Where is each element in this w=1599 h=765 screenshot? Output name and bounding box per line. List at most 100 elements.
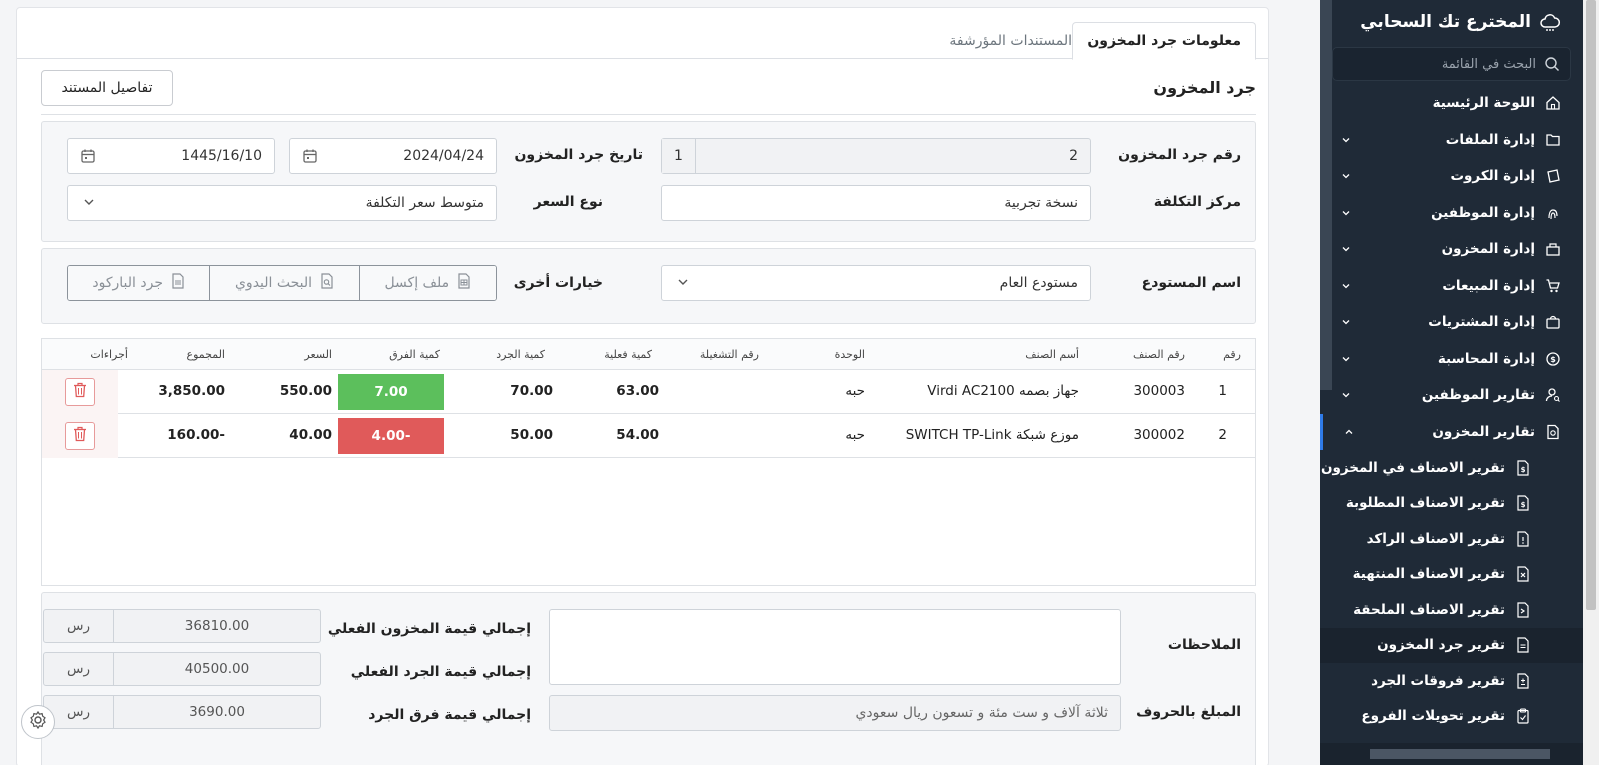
sidebar-item-label: إدارة الملفات	[1445, 131, 1535, 148]
delete-row-button[interactable]	[65, 422, 95, 450]
cell-num: 2	[1218, 427, 1227, 443]
gregorian-date-field[interactable]: 2024/04/24	[289, 138, 497, 174]
sidebar-subitem-items-in-stock[interactable]: $ تقرير الاصناف في المخزون	[1320, 450, 1583, 486]
manual-search-label: البحث اليدوي	[234, 275, 313, 291]
page-scrollbar-thumb[interactable]	[1586, 0, 1596, 610]
inventory-number-label: رقم جرد المخزون	[1118, 147, 1241, 163]
file-alert-icon	[1515, 531, 1531, 547]
sidebar-search-input[interactable]	[1343, 56, 1536, 72]
col-actual-qty: كمية فعلية	[604, 348, 652, 361]
sidebar-subitem-required-items[interactable]: $ تقرير الاصناف المطلوبة	[1320, 486, 1583, 522]
file-search-icon	[320, 273, 334, 293]
sidebar-item-employee-reports[interactable]: تقارير الموظفين	[1320, 377, 1583, 414]
box-icon	[1545, 241, 1561, 257]
amount-words-label: المبلغ بالحروف	[1136, 704, 1241, 720]
sidebar: المخترع تك السحابي اللوحة الرئيسية إدارة…	[1320, 0, 1583, 765]
col-price: السعر	[304, 348, 332, 361]
home-icon	[1545, 95, 1561, 111]
price-type-select[interactable]: متوسط سعر التكلفة	[67, 185, 497, 221]
barcode-count-button[interactable]: جرد الباركود	[68, 266, 210, 300]
notes-textarea[interactable]	[549, 609, 1121, 685]
cart-icon	[1545, 278, 1561, 294]
sidebar-item-label: تقارير الموظفين	[1421, 387, 1535, 404]
sidebar-subitem-attached-items[interactable]: تقرير الاصناف الملحقة	[1320, 592, 1583, 628]
cloud-icon	[1539, 11, 1561, 33]
sidebar-horizontal-scroll-thumb[interactable]	[1370, 749, 1550, 759]
cell-count-qty: 70.00	[510, 383, 553, 399]
sidebar-subitem-label: تقرير تحويلات الفروع	[1361, 708, 1505, 725]
main-panel: معلومات جرد المخزون المستندات المؤرشفة ج…	[16, 7, 1269, 765]
sidebar-subitem-expired-items[interactable]: تقرير الاصناف المنتهية	[1320, 557, 1583, 593]
svg-text:$: $	[1521, 501, 1526, 509]
tab-inventory-info[interactable]: معلومات جرد المخزون	[1072, 22, 1256, 60]
sidebar-item-accounting[interactable]: $ إدارة المحاسبة	[1320, 341, 1583, 378]
coin-icon: $	[1545, 351, 1561, 367]
dollar-file-icon: $	[1515, 460, 1531, 476]
sidebar-subitem-label: تقرير جرد المخزون	[1377, 637, 1505, 654]
chevron-down-icon	[1340, 353, 1352, 365]
sidebar-item-dashboard[interactable]: اللوحة الرئيسية	[1320, 85, 1583, 122]
import-options-group: ملف إكسل البحث اليدوي جرد الباركود	[67, 265, 497, 301]
sidebar-item-purchases[interactable]: إدارة المشتريات	[1320, 304, 1583, 341]
cell-item-name: جهاز بصمه Virdi AC2100	[927, 383, 1079, 399]
sidebar-subitem-label: تقرير الاصناف المطلوبة	[1345, 495, 1505, 512]
calendar-icon[interactable]	[80, 148, 96, 164]
chevron-up-icon	[1343, 426, 1355, 438]
hijri-date-field[interactable]: 1445/16/10	[67, 138, 275, 174]
excel-file-button[interactable]: ملف إكسل	[358, 266, 496, 300]
sidebar-subitem-branch-transfers[interactable]: تقرير تحويلات الفروع	[1320, 699, 1583, 735]
folder-icon	[1545, 132, 1561, 148]
cell-item-code: 300002	[1133, 427, 1185, 443]
col-unit: الوحدة	[834, 348, 865, 361]
excel-file-label: ملف إكسل	[384, 275, 450, 291]
sidebar-item-employees[interactable]: إدارة الموظفين	[1320, 195, 1583, 232]
sidebar-subitem-stagnant-items[interactable]: تقرير الاصناف الراكد	[1320, 521, 1583, 557]
calendar-icon[interactable]	[302, 148, 318, 164]
cost-center-input[interactable]: نسخة تجربية	[661, 185, 1091, 221]
cell-diff-qty: 7.00	[338, 374, 444, 410]
cell-price: 40.00	[289, 427, 332, 443]
trash-icon	[73, 426, 87, 446]
amount-words-value: ثلاثة آلاف و ست مئة و تسعون ريال سعودي	[855, 705, 1108, 721]
delete-row-button[interactable]	[65, 378, 95, 406]
card-icon	[1545, 168, 1561, 184]
sidebar-scrollbar[interactable]	[1320, 0, 1332, 390]
tab-archived-documents[interactable]: المستندات المؤرشفة	[935, 22, 1086, 60]
tab-bar: معلومات جرد المخزون المستندات المؤرشفة	[17, 14, 1268, 60]
settings-gear-button[interactable]	[21, 705, 55, 739]
sidebar-item-cards[interactable]: إدارة الكروت	[1320, 158, 1583, 195]
hijri-date-value: 1445/16/10	[181, 148, 262, 164]
actual-count-value: 40500.00	[184, 661, 250, 677]
sidebar-subitem-inventory-count-report[interactable]: تقرير جرد المخزون	[1320, 627, 1583, 663]
warehouse-label: اسم المستودع	[1141, 275, 1241, 291]
actual-count-value-label: إجمالي قيمة الجرد الفعلي	[350, 664, 531, 680]
row-actions	[42, 370, 118, 414]
sidebar-item-label: إدارة الموظفين	[1431, 204, 1535, 221]
barcode-count-label: جرد الباركود	[92, 275, 163, 291]
sidebar-search	[1332, 47, 1571, 81]
col-count-qty: كمية الجرد	[496, 348, 545, 361]
chevron-down-icon	[1340, 280, 1352, 292]
cell-total: 3,850.00	[158, 383, 225, 399]
cell-unit: حبه	[845, 383, 865, 399]
sidebar-item-sales[interactable]: إدارة المبيعات	[1320, 268, 1583, 305]
page-scrollbar[interactable]	[1583, 0, 1599, 765]
cell-unit: حبه	[845, 427, 865, 443]
sidebar-item-label: إدارة المخزون	[1441, 241, 1535, 258]
document-details-button[interactable]: تفاصيل المستند	[41, 70, 173, 106]
file-text-icon	[1515, 637, 1531, 653]
manual-search-button[interactable]: البحث اليدوي	[209, 266, 359, 300]
table-header: رقم رقم الصنف أسم الصنف الوحدة رقم التشغ…	[42, 339, 1255, 370]
price-type-value: متوسط سعر التكلفة	[365, 195, 484, 211]
warehouse-select[interactable]: مستودع العام	[661, 265, 1091, 301]
table-row: 1 300003 جهاز بصمه Virdi AC2100 حبه 63.0…	[42, 370, 1255, 414]
gear-icon	[28, 710, 48, 734]
clipboard-icon	[1515, 708, 1531, 724]
items-table: رقم رقم الصنف أسم الصنف الوحدة رقم التشغ…	[41, 338, 1256, 586]
sidebar-item-inventory-reports[interactable]: تقارير المخزون	[1320, 413, 1583, 450]
sidebar-subitem-count-differences[interactable]: تقرير فروقات الجرد	[1320, 663, 1583, 699]
brand: المخترع تك السحابي	[1320, 0, 1583, 44]
notes-label: الملاحظات	[1167, 637, 1241, 653]
sidebar-item-files[interactable]: إدارة الملفات	[1320, 122, 1583, 159]
sidebar-item-inventory[interactable]: إدارة المخزون	[1320, 231, 1583, 268]
